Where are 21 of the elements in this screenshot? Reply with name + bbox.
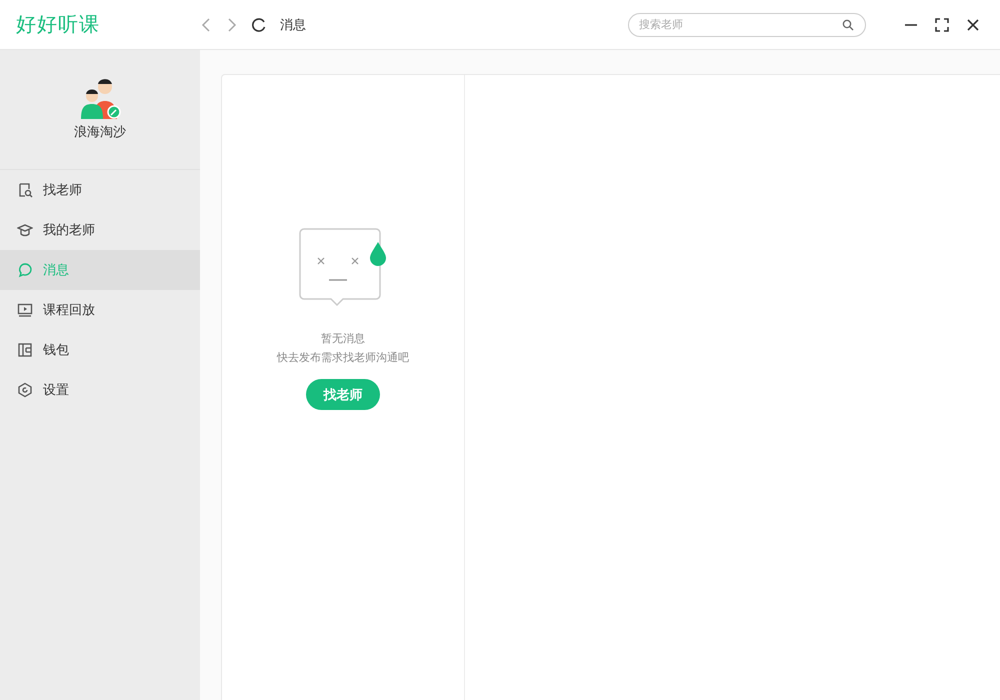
app-logo: 好好听课 [15,11,101,38]
search-field[interactable]: 搜索老师 [628,12,866,36]
document-search-icon [17,182,33,198]
chat-bubble-icon [17,262,33,278]
settings-icon [17,382,33,398]
search-icon[interactable] [842,18,854,30]
fullscreen-icon[interactable] [935,18,949,32]
sidebar-item[interactable]: 设置 [0,370,200,410]
refresh-icon[interactable] [252,18,266,32]
sidebar-item[interactable]: 我的老师 [0,210,200,250]
wallet-icon [17,342,33,358]
page-title: 消息 [280,16,306,34]
empty-hint: 快去发布需求找老师沟通吧 [277,350,409,365]
username: 浪海淘沙 [74,124,126,141]
play-screen-icon [17,302,33,318]
sidebar-item[interactable]: 找老师 [0,170,200,210]
sidebar-item[interactable]: 课程回放 [0,290,200,330]
close-icon[interactable] [966,18,980,32]
empty-title: 暂无消息 [321,331,365,346]
graduation-cap-icon [17,222,33,238]
sidebar-item[interactable]: 钱包 [0,330,200,370]
